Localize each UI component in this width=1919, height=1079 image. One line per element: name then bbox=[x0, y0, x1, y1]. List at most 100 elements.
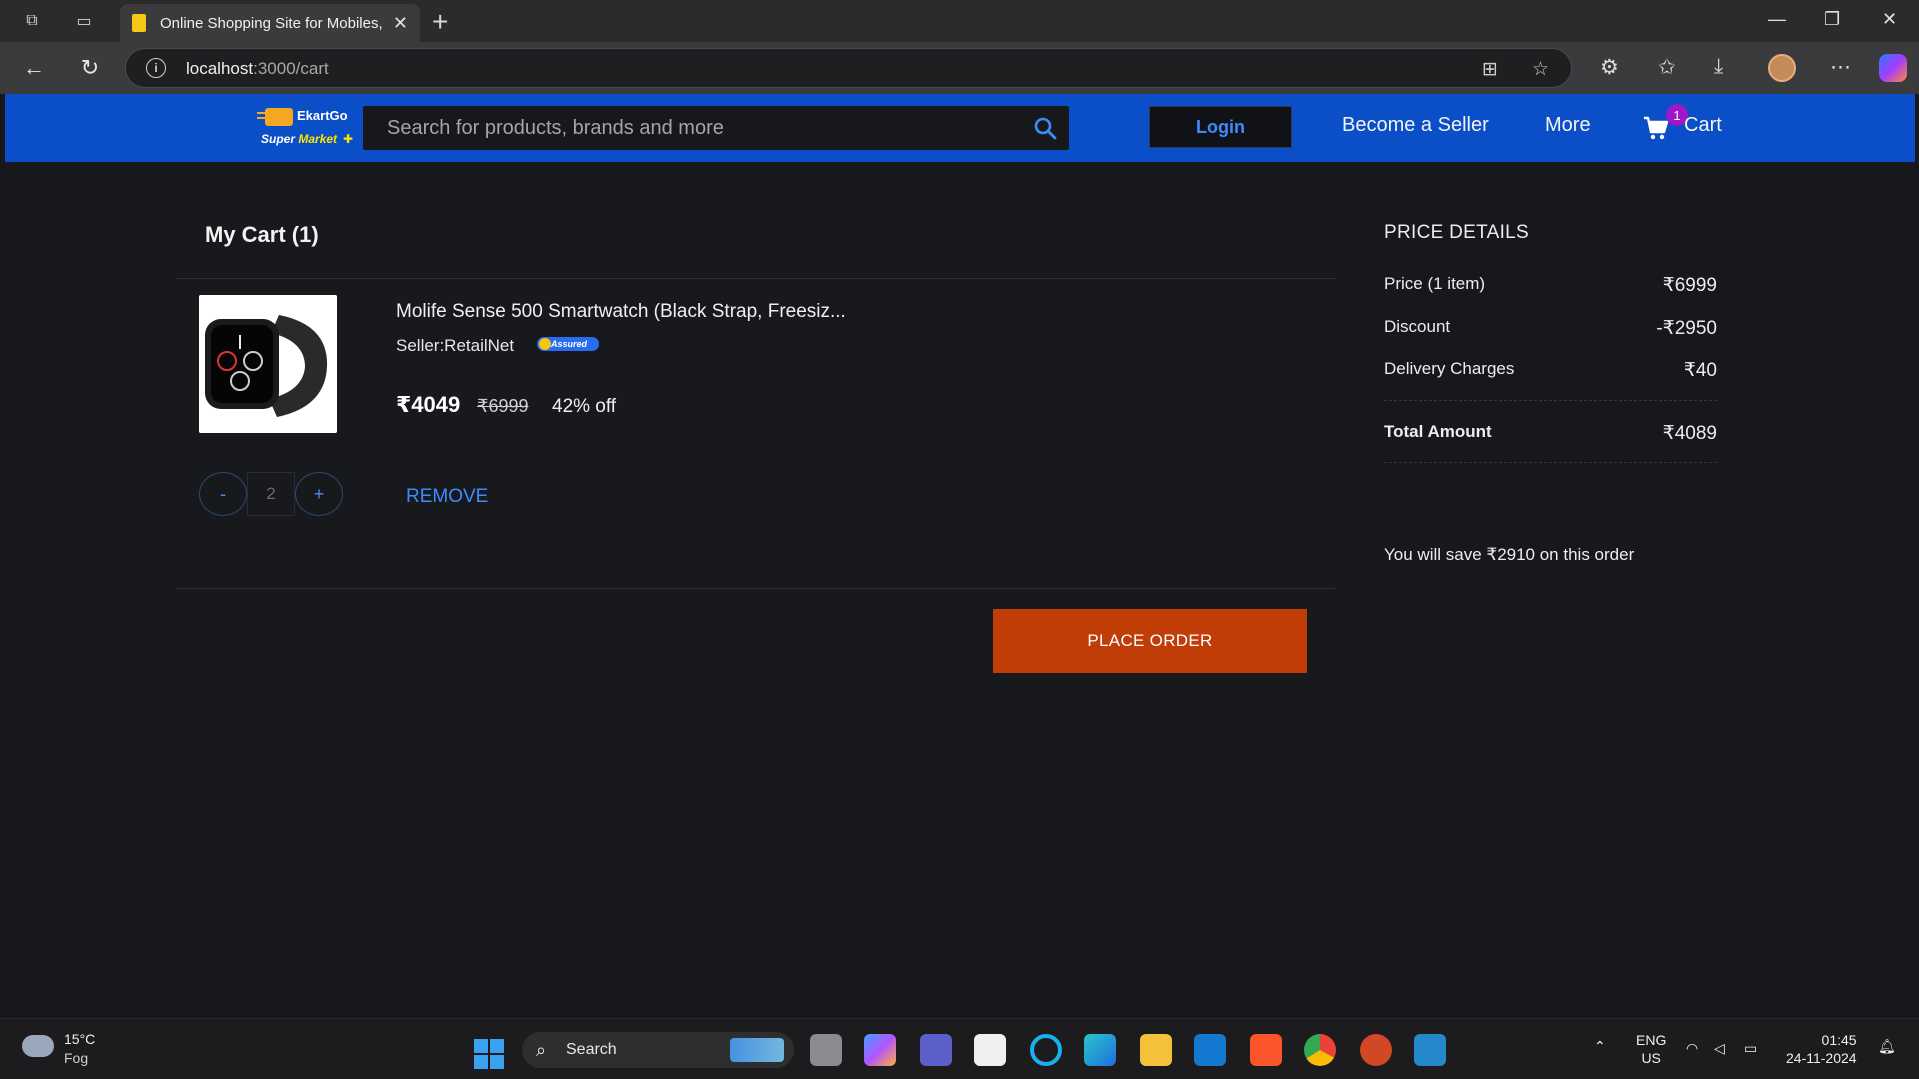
taskbar-search[interactable]: ⌕ Search bbox=[522, 1032, 794, 1068]
edge-icon[interactable] bbox=[1084, 1034, 1116, 1066]
extensions-icon[interactable]: ⚙ bbox=[1600, 55, 1619, 80]
cart-panel: My Cart (1) Molife Sense 500 Smartwatch … bbox=[175, 202, 1335, 682]
taskbar-search-label: Search bbox=[566, 1041, 617, 1058]
outlook-icon[interactable] bbox=[1194, 1034, 1226, 1066]
logo-sub-market: Market bbox=[298, 132, 338, 146]
favorite-star-icon[interactable]: ☆ bbox=[1532, 58, 1549, 81]
store-icon[interactable] bbox=[974, 1034, 1006, 1066]
total-label: Total Amount bbox=[1384, 422, 1492, 441]
search-highlight-icon bbox=[730, 1038, 784, 1062]
divider bbox=[175, 588, 1335, 589]
minimize-icon[interactable]: — bbox=[1768, 9, 1786, 30]
teams-icon[interactable] bbox=[920, 1034, 952, 1066]
delivery-value: ₹40 bbox=[1683, 360, 1717, 381]
profile-avatar[interactable] bbox=[1768, 54, 1796, 82]
place-order-button[interactable]: PLACE ORDER bbox=[993, 609, 1307, 673]
price-label: Price (1 item) bbox=[1384, 274, 1486, 293]
price-value: ₹6999 bbox=[1662, 275, 1717, 296]
more-menu[interactable]: More bbox=[1545, 114, 1591, 137]
main-content: My Cart (1) Molife Sense 500 Smartwatch … bbox=[5, 162, 1915, 1018]
tab-close-icon[interactable]: ✕ bbox=[393, 13, 408, 34]
language-code: ENG bbox=[1636, 1032, 1667, 1048]
assured-badge: Assured bbox=[537, 337, 599, 351]
discount-row: Discount -₹2950 bbox=[1384, 317, 1717, 339]
product-mrp: ₹6999 bbox=[477, 396, 529, 416]
become-seller-link[interactable]: Become a Seller bbox=[1342, 114, 1489, 137]
quantity-increase-button[interactable]: + bbox=[295, 472, 343, 516]
cart-title: My Cart (1) bbox=[205, 222, 319, 247]
remove-button[interactable]: REMOVE bbox=[406, 486, 488, 508]
window-close-icon[interactable]: ✕ bbox=[1882, 9, 1897, 30]
fog-cloud-icon bbox=[22, 1035, 54, 1057]
site-info-icon[interactable]: i bbox=[146, 58, 166, 78]
chrome-icon[interactable] bbox=[1304, 1034, 1336, 1066]
refresh-icon[interactable]: ↻ bbox=[76, 54, 104, 82]
show-hidden-icons-icon[interactable]: ⌃ bbox=[1594, 1037, 1606, 1055]
search-input[interactable] bbox=[363, 106, 1003, 150]
file-explorer-icon[interactable] bbox=[1140, 1034, 1172, 1066]
url-host: localhost bbox=[186, 59, 254, 78]
powerpoint-icon[interactable] bbox=[1360, 1034, 1392, 1066]
price-row: Price (1 item) ₹6999 bbox=[1384, 274, 1717, 296]
copilot-icon[interactable] bbox=[1879, 54, 1907, 82]
login-button[interactable]: Login bbox=[1149, 106, 1292, 148]
taskbar: 15°C Fog ⌕ Search ⌃ ENG US ◠ ◁ ▭ 01:45 2… bbox=[0, 1018, 1919, 1079]
site-favicon-icon bbox=[132, 14, 146, 32]
product-image[interactable] bbox=[199, 295, 337, 433]
app-available-icon[interactable]: ⊞ bbox=[1482, 58, 1498, 81]
discount-label: Discount bbox=[1384, 317, 1451, 336]
clock[interactable]: 01:45 24-11-2024 bbox=[1786, 1031, 1857, 1067]
browser-tab-active[interactable]: Online Shopping Site for Mobiles, ✕ bbox=[120, 4, 420, 42]
tab-title: Online Shopping Site for Mobiles, bbox=[160, 14, 383, 32]
delivery-label: Delivery Charges bbox=[1384, 359, 1515, 378]
favorites-icon[interactable]: ✩ bbox=[1658, 55, 1676, 80]
price-details-panel: PRICE DETAILS Price (1 item) ₹6999 Disco… bbox=[1375, 202, 1717, 564]
workspaces-icon[interactable]: ⧉ bbox=[20, 9, 44, 33]
total-row: Total Amount ₹4089 bbox=[1384, 422, 1717, 444]
divider bbox=[175, 278, 1335, 279]
cortana-icon[interactable] bbox=[1030, 1034, 1062, 1066]
more-options-icon[interactable]: ⋯ bbox=[1830, 55, 1851, 80]
volume-icon[interactable]: ◁ bbox=[1714, 1039, 1725, 1057]
quantity-value[interactable]: 2 bbox=[247, 472, 295, 516]
downloads-icon[interactable]: ⤓ bbox=[1714, 55, 1723, 79]
tab-actions-icon[interactable]: ▭ bbox=[72, 9, 96, 33]
url-field[interactable]: i localhost:3000/cart ⊞ ☆ bbox=[125, 48, 1572, 88]
browser-address-bar: ← ↻ i localhost:3000/cart ⊞ ☆ ⚙ ✩ ⤓ ⋯ bbox=[0, 42, 1919, 94]
language-indicator[interactable]: ENG US bbox=[1636, 1031, 1666, 1067]
smartwatch-image bbox=[199, 295, 337, 433]
product-price: ₹4049 bbox=[396, 392, 461, 417]
site-header: EkartGo Super Market ✚ Login Become a Se… bbox=[5, 94, 1915, 162]
vscode-icon[interactable] bbox=[1414, 1034, 1446, 1066]
delivery-row: Delivery Charges ₹40 bbox=[1384, 359, 1717, 381]
savings-text: You will save ₹2910 on this order bbox=[1384, 545, 1635, 564]
divider bbox=[1384, 400, 1717, 401]
clock-date: 24-11-2024 bbox=[1786, 1050, 1857, 1066]
site-logo[interactable]: EkartGo Super Market ✚ bbox=[257, 104, 357, 150]
quantity-decrease-button[interactable]: - bbox=[199, 472, 247, 516]
region-code: US bbox=[1641, 1050, 1661, 1066]
cart-link[interactable]: 1 Cart bbox=[1642, 104, 1732, 148]
logo-name: EkartGo bbox=[297, 108, 348, 123]
start-windows-icon[interactable] bbox=[474, 1039, 504, 1069]
total-value: ₹4089 bbox=[1662, 423, 1717, 444]
task-view-icon[interactable] bbox=[810, 1034, 842, 1066]
back-icon[interactable]: ← bbox=[20, 54, 48, 82]
logo-truck-icon bbox=[257, 108, 293, 126]
product-discount: 42% off bbox=[552, 396, 617, 417]
wifi-icon[interactable]: ◠ bbox=[1686, 1039, 1698, 1057]
logo-sub-super: Super bbox=[261, 132, 296, 146]
divider bbox=[1384, 462, 1717, 463]
clock-time: 01:45 bbox=[1821, 1032, 1857, 1048]
taskbar-search-icon: ⌕ bbox=[536, 1040, 547, 1060]
product-name[interactable]: Molife Sense 500 Smartwatch (Black Strap… bbox=[396, 301, 846, 323]
notification-bell-icon[interactable]: 🔔︎ bbox=[1878, 1037, 1896, 1055]
browser-tab-bar: ⧉ ▭ Online Shopping Site for Mobiles, ✕ … bbox=[0, 0, 1919, 42]
copilot-app-icon[interactable] bbox=[864, 1034, 896, 1066]
search-icon[interactable] bbox=[1033, 116, 1057, 140]
new-tab-icon[interactable]: + bbox=[432, 6, 448, 38]
discount-value: -₹2950 bbox=[1656, 318, 1717, 339]
brave-icon[interactable] bbox=[1250, 1034, 1282, 1066]
restore-icon[interactable]: ❐ bbox=[1824, 9, 1840, 30]
battery-icon[interactable]: ▭ bbox=[1744, 1039, 1757, 1057]
